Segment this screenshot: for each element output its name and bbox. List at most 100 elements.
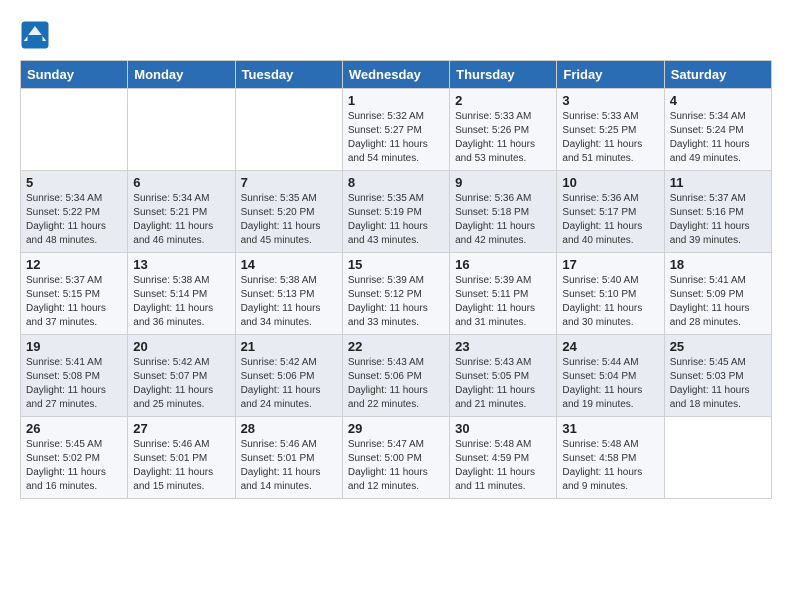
calendar-cell: 22 Sunrise: 5:43 AM Sunset: 5:06 PM Dayli… bbox=[342, 335, 449, 417]
day-info: Sunrise: 5:33 AM Sunset: 5:25 PM Dayligh… bbox=[562, 110, 658, 166]
day-number: 26 bbox=[26, 421, 122, 436]
calendar-cell: 3Sunrise: 5:33 AM Sunset: 5:25 PM Daylig… bbox=[557, 89, 664, 171]
week-row-0: 1 Sunrise: 5:32 AM Sunset: 5:27 PM Daylig… bbox=[21, 89, 772, 171]
calendar-cell: 10 Sunrise: 5:36 AM Sunset: 5:17 PM Dayli… bbox=[557, 171, 664, 253]
calendar-cell: 15 Sunrise: 5:39 AM Sunset: 5:12 PM Dayli… bbox=[342, 253, 449, 335]
day-number: 2 bbox=[455, 93, 551, 108]
calendar-cell: 29 Sunrise: 5:47 AM Sunset: 5:00 PM Dayli… bbox=[342, 417, 449, 499]
weekday-header-saturday: Saturday bbox=[664, 61, 771, 89]
day-number: 19 bbox=[26, 339, 122, 354]
calendar-cell: 21 Sunrise: 5:42 AM Sunset: 5:06 PM Dayli… bbox=[235, 335, 342, 417]
day-info: Sunrise: 5:35 AM Sunset: 5:20 PM Dayligh… bbox=[241, 192, 337, 248]
day-info: Sunrise: 5:43 AM Sunset: 5:05 PM Dayligh… bbox=[455, 356, 551, 412]
calendar-table: SundayMondayTuesdayWednesdayThursdayFrid… bbox=[20, 60, 772, 499]
day-number: 1 bbox=[348, 93, 444, 108]
calendar-cell: 1 Sunrise: 5:32 AM Sunset: 5:27 PM Daylig… bbox=[342, 89, 449, 171]
calendar-cell: 31 Sunrise: 5:48 AM Sunset: 4:58 PM Dayli… bbox=[557, 417, 664, 499]
calendar-cell: 26 Sunrise: 5:45 AM Sunset: 5:02 PM Dayli… bbox=[21, 417, 128, 499]
day-info: Sunrise: 5:45 AM Sunset: 5:02 PM Dayligh… bbox=[26, 438, 122, 494]
calendar-cell: 7 Sunrise: 5:35 AM Sunset: 5:20 PM Daylig… bbox=[235, 171, 342, 253]
day-number: 18 bbox=[670, 257, 766, 272]
page-header bbox=[20, 20, 772, 50]
day-number: 6 bbox=[133, 175, 229, 190]
weekday-header-row: SundayMondayTuesdayWednesdayThursdayFrid… bbox=[21, 61, 772, 89]
day-number: 20 bbox=[133, 339, 229, 354]
calendar-cell bbox=[128, 89, 235, 171]
week-row-2: 12 Sunrise: 5:37 AM Sunset: 5:15 PM Dayli… bbox=[21, 253, 772, 335]
calendar-cell bbox=[664, 417, 771, 499]
day-number: 23 bbox=[455, 339, 551, 354]
logo-icon bbox=[20, 20, 50, 50]
day-info: Sunrise: 5:42 AM Sunset: 5:07 PM Dayligh… bbox=[133, 356, 229, 412]
day-info: Sunrise: 5:45 AM Sunset: 5:03 PM Dayligh… bbox=[670, 356, 766, 412]
calendar-cell: 2Sunrise: 5:33 AM Sunset: 5:26 PM Daylig… bbox=[450, 89, 557, 171]
day-info: Sunrise: 5:44 AM Sunset: 5:04 PM Dayligh… bbox=[562, 356, 658, 412]
calendar-cell: 6 Sunrise: 5:34 AM Sunset: 5:21 PM Daylig… bbox=[128, 171, 235, 253]
day-info: Sunrise: 5:34 AM Sunset: 5:21 PM Dayligh… bbox=[133, 192, 229, 248]
day-info: Sunrise: 5:41 AM Sunset: 5:09 PM Dayligh… bbox=[670, 274, 766, 330]
calendar-cell: 28 Sunrise: 5:46 AM Sunset: 5:01 PM Dayli… bbox=[235, 417, 342, 499]
weekday-header-monday: Monday bbox=[128, 61, 235, 89]
day-number: 31 bbox=[562, 421, 658, 436]
day-info: Sunrise: 5:38 AM Sunset: 5:13 PM Dayligh… bbox=[241, 274, 337, 330]
day-number: 14 bbox=[241, 257, 337, 272]
week-row-3: 19Sunrise: 5:41 AM Sunset: 5:08 PM Dayli… bbox=[21, 335, 772, 417]
day-info: Sunrise: 5:42 AM Sunset: 5:06 PM Dayligh… bbox=[241, 356, 337, 412]
calendar-cell: 24Sunrise: 5:44 AM Sunset: 5:04 PM Dayli… bbox=[557, 335, 664, 417]
day-info: Sunrise: 5:39 AM Sunset: 5:12 PM Dayligh… bbox=[348, 274, 444, 330]
calendar-cell: 25Sunrise: 5:45 AM Sunset: 5:03 PM Dayli… bbox=[664, 335, 771, 417]
day-info: Sunrise: 5:34 AM Sunset: 5:24 PM Dayligh… bbox=[670, 110, 766, 166]
day-number: 17 bbox=[562, 257, 658, 272]
calendar-cell: 18 Sunrise: 5:41 AM Sunset: 5:09 PM Dayli… bbox=[664, 253, 771, 335]
day-number: 13 bbox=[133, 257, 229, 272]
day-number: 8 bbox=[348, 175, 444, 190]
calendar-cell: 12 Sunrise: 5:37 AM Sunset: 5:15 PM Dayli… bbox=[21, 253, 128, 335]
calendar-cell: 17 Sunrise: 5:40 AM Sunset: 5:10 PM Dayli… bbox=[557, 253, 664, 335]
day-number: 21 bbox=[241, 339, 337, 354]
day-number: 4 bbox=[670, 93, 766, 108]
day-info: Sunrise: 5:48 AM Sunset: 4:58 PM Dayligh… bbox=[562, 438, 658, 494]
day-info: Sunrise: 5:37 AM Sunset: 5:15 PM Dayligh… bbox=[26, 274, 122, 330]
week-row-1: 5Sunrise: 5:34 AM Sunset: 5:22 PM Daylig… bbox=[21, 171, 772, 253]
day-info: Sunrise: 5:48 AM Sunset: 4:59 PM Dayligh… bbox=[455, 438, 551, 494]
calendar-cell bbox=[21, 89, 128, 171]
day-info: Sunrise: 5:35 AM Sunset: 5:19 PM Dayligh… bbox=[348, 192, 444, 248]
calendar-cell: 11 Sunrise: 5:37 AM Sunset: 5:16 PM Dayli… bbox=[664, 171, 771, 253]
calendar-cell: 9 Sunrise: 5:36 AM Sunset: 5:18 PM Daylig… bbox=[450, 171, 557, 253]
day-number: 28 bbox=[241, 421, 337, 436]
day-number: 10 bbox=[562, 175, 658, 190]
day-info: Sunrise: 5:32 AM Sunset: 5:27 PM Dayligh… bbox=[348, 110, 444, 166]
day-number: 16 bbox=[455, 257, 551, 272]
day-info: Sunrise: 5:46 AM Sunset: 5:01 PM Dayligh… bbox=[241, 438, 337, 494]
weekday-header-wednesday: Wednesday bbox=[342, 61, 449, 89]
day-info: Sunrise: 5:36 AM Sunset: 5:17 PM Dayligh… bbox=[562, 192, 658, 248]
day-number: 11 bbox=[670, 175, 766, 190]
logo bbox=[20, 20, 54, 50]
day-info: Sunrise: 5:38 AM Sunset: 5:14 PM Dayligh… bbox=[133, 274, 229, 330]
weekday-header-friday: Friday bbox=[557, 61, 664, 89]
week-row-4: 26 Sunrise: 5:45 AM Sunset: 5:02 PM Dayli… bbox=[21, 417, 772, 499]
day-number: 29 bbox=[348, 421, 444, 436]
day-number: 30 bbox=[455, 421, 551, 436]
day-number: 12 bbox=[26, 257, 122, 272]
day-info: Sunrise: 5:47 AM Sunset: 5:00 PM Dayligh… bbox=[348, 438, 444, 494]
day-number: 22 bbox=[348, 339, 444, 354]
day-info: Sunrise: 5:40 AM Sunset: 5:10 PM Dayligh… bbox=[562, 274, 658, 330]
day-number: 27 bbox=[133, 421, 229, 436]
calendar-cell: 8 Sunrise: 5:35 AM Sunset: 5:19 PM Daylig… bbox=[342, 171, 449, 253]
calendar-cell: 16Sunrise: 5:39 AM Sunset: 5:11 PM Dayli… bbox=[450, 253, 557, 335]
day-number: 7 bbox=[241, 175, 337, 190]
day-number: 9 bbox=[455, 175, 551, 190]
calendar-cell: 19Sunrise: 5:41 AM Sunset: 5:08 PM Dayli… bbox=[21, 335, 128, 417]
calendar-cell: 23 Sunrise: 5:43 AM Sunset: 5:05 PM Dayli… bbox=[450, 335, 557, 417]
weekday-header-tuesday: Tuesday bbox=[235, 61, 342, 89]
weekday-header-sunday: Sunday bbox=[21, 61, 128, 89]
calendar-cell: 5Sunrise: 5:34 AM Sunset: 5:22 PM Daylig… bbox=[21, 171, 128, 253]
day-info: Sunrise: 5:36 AM Sunset: 5:18 PM Dayligh… bbox=[455, 192, 551, 248]
day-info: Sunrise: 5:43 AM Sunset: 5:06 PM Dayligh… bbox=[348, 356, 444, 412]
day-info: Sunrise: 5:37 AM Sunset: 5:16 PM Dayligh… bbox=[670, 192, 766, 248]
day-number: 15 bbox=[348, 257, 444, 272]
day-info: Sunrise: 5:34 AM Sunset: 5:22 PM Dayligh… bbox=[26, 192, 122, 248]
day-info: Sunrise: 5:46 AM Sunset: 5:01 PM Dayligh… bbox=[133, 438, 229, 494]
calendar-cell bbox=[235, 89, 342, 171]
